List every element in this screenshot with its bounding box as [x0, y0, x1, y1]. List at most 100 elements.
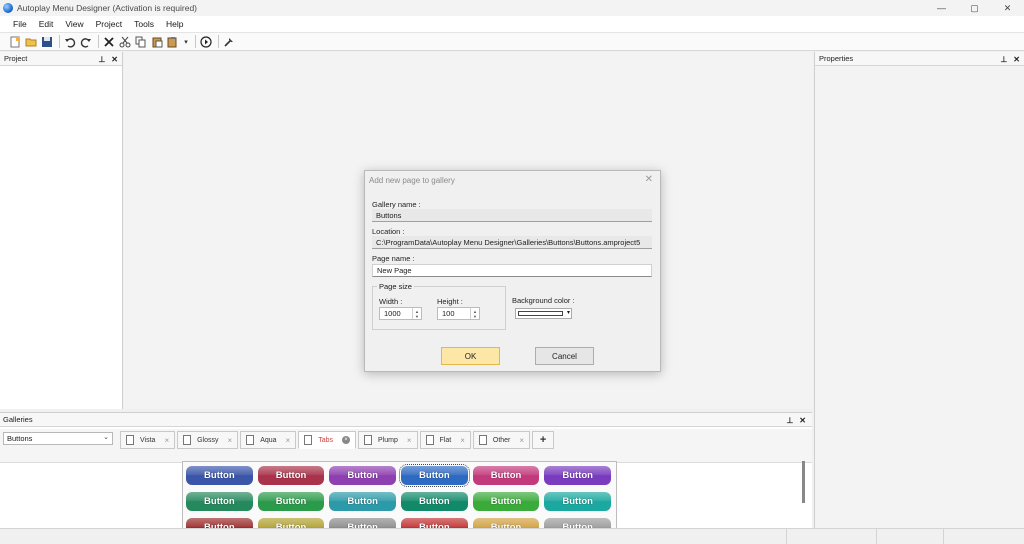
close-tab-icon[interactable]: ×	[460, 436, 465, 445]
build-tools-icon[interactable]	[222, 35, 236, 49]
spinner-arrows-icon[interactable]: ▲ ▼	[470, 308, 479, 319]
cancel-button[interactable]: Cancel	[535, 347, 594, 365]
undo-icon[interactable]	[63, 35, 77, 49]
tab-label: Aqua	[260, 436, 277, 444]
gallery-name-label: Gallery name :	[372, 200, 421, 209]
properties-panel-title: Properties	[819, 54, 854, 63]
tab-flat[interactable]: Flat ×	[419, 431, 471, 449]
menu-edit[interactable]: Edit	[33, 19, 60, 29]
gallery-button[interactable]: Button	[399, 463, 470, 487]
dialog-close-icon[interactable]: ✕	[645, 174, 653, 185]
toolbar-separator	[195, 35, 196, 48]
delete-icon[interactable]	[102, 35, 116, 49]
close-tab-icon[interactable]: ×	[164, 436, 169, 445]
pin-icon[interactable]: ⊥	[1000, 55, 1007, 64]
close-icon[interactable]: ✕	[799, 416, 806, 425]
page-icon	[425, 435, 434, 445]
pin-icon[interactable]: ⊥	[98, 55, 105, 64]
toolbar-separator	[59, 35, 60, 48]
redo-icon[interactable]	[79, 35, 93, 49]
gallery-button[interactable]: Button	[401, 491, 468, 511]
add-tab-button[interactable]: +	[532, 431, 555, 449]
title-bar: Autoplay Menu Designer (Activation is re…	[0, 0, 1024, 16]
tab-label: Glossy	[197, 436, 219, 444]
gallery-button[interactable]: Button	[472, 491, 540, 511]
ok-button[interactable]: OK	[441, 347, 500, 365]
gallery-select[interactable]: Buttons ⌄	[3, 432, 113, 445]
close-tab-icon[interactable]: ×	[228, 436, 233, 445]
close-icon[interactable]: ✕	[111, 55, 118, 64]
close-tab-icon[interactable]: ×	[407, 436, 412, 445]
cut-icon[interactable]	[118, 35, 132, 49]
toolbar: ▾	[0, 32, 1024, 51]
tab-aqua[interactable]: Aqua ×	[240, 431, 297, 449]
gallery-button[interactable]: Button	[186, 491, 253, 511]
new-project-icon[interactable]	[8, 35, 22, 49]
open-folder-icon[interactable]	[24, 35, 38, 49]
tab-tabs[interactable]: Tabs ×	[298, 431, 357, 449]
menu-help[interactable]: Help	[160, 19, 189, 29]
status-bar	[0, 528, 1024, 544]
gallery-scrollbar[interactable]	[802, 461, 805, 503]
save-icon[interactable]	[40, 35, 54, 49]
close-tab-icon[interactable]: ×	[519, 436, 524, 445]
gallery-row: Button Button Button Button Button Butto…	[183, 514, 616, 528]
close-tab-icon[interactable]: ×	[342, 436, 351, 444]
toolbar-separator	[218, 35, 219, 48]
chevron-down-icon: ▾	[566, 310, 570, 316]
page-icon	[364, 435, 373, 445]
page-size-group: Page size Width : 1000 ▲ ▼ Height : 100 ▲…	[372, 282, 506, 330]
menu-project[interactable]: Project	[90, 19, 128, 29]
galleries-panel-title: Galleries	[3, 415, 33, 424]
page-icon	[246, 435, 255, 445]
project-panel-header: Project ⊥ ✕	[0, 52, 122, 66]
add-page-dialog: Add new page to gallery ✕ Gallery name :…	[364, 170, 661, 372]
menu-view[interactable]: View	[59, 19, 89, 29]
gallery-button[interactable]: Button	[186, 465, 253, 485]
width-input[interactable]: 1000 ▲ ▼	[379, 307, 422, 320]
pin-icon[interactable]: ⊥	[786, 416, 793, 425]
page-size-label: Page size	[377, 282, 414, 291]
tab-glossy[interactable]: Glossy ×	[177, 431, 239, 449]
menu-file[interactable]: File	[7, 19, 33, 29]
gallery-button[interactable]: Button	[257, 465, 325, 485]
tab-vista[interactable]: Vista ×	[120, 431, 176, 449]
menu-tools[interactable]: Tools	[128, 19, 160, 29]
galleries-panel: Galleries ⊥ ✕ Buttons ⌄ Vista × Glossy × A…	[0, 412, 812, 529]
paste-special-icon[interactable]	[166, 35, 180, 49]
close-tab-icon[interactable]: ×	[286, 436, 291, 445]
gallery-button[interactable]: Button	[329, 465, 397, 485]
tab-other[interactable]: Other ×	[472, 431, 531, 449]
app-logo-icon	[3, 3, 13, 13]
copy-icon[interactable]	[134, 35, 148, 49]
project-panel-title: Project	[4, 54, 28, 63]
gallery-button[interactable]: Button	[544, 465, 612, 485]
tab-plump[interactable]: Plump ×	[358, 431, 418, 449]
preview-play-icon[interactable]	[199, 35, 213, 49]
dialog-title: Add new page to gallery	[369, 176, 455, 185]
page-name-input[interactable]: New Page	[372, 264, 652, 277]
close-button[interactable]: ✕	[991, 0, 1024, 16]
gallery-button[interactable]: Button	[257, 491, 325, 511]
background-color-picker[interactable]: ▾	[515, 308, 572, 319]
height-input[interactable]: 100 ▲ ▼	[437, 307, 480, 320]
gallery-button[interactable]: Button	[472, 465, 540, 485]
menu-bar: File Edit View Project Tools Help	[0, 16, 1024, 32]
properties-panel: Properties ⊥ ✕	[814, 52, 1024, 528]
toolbar-separator	[98, 35, 99, 48]
dropdown-arrow-icon[interactable]: ▾	[182, 35, 190, 49]
width-label: Width :	[379, 297, 403, 306]
close-icon[interactable]: ✕	[1013, 55, 1020, 64]
gallery-toolbar: Buttons ⌄ Vista × Glossy × Aqua × Tabs × Plu…	[0, 429, 812, 463]
minimize-button[interactable]: —	[925, 0, 958, 16]
paste-icon[interactable]	[150, 35, 164, 49]
height-label: Height :	[437, 297, 463, 306]
spinner-arrows-icon[interactable]: ▲ ▼	[412, 308, 421, 319]
location-field: C:\ProgramData\Autoplay Menu Designer\Ga…	[372, 236, 652, 249]
status-cell	[876, 529, 943, 544]
page-icon	[126, 435, 134, 445]
gallery-button[interactable]: Button	[329, 491, 397, 511]
background-color-label: Background color :	[512, 296, 575, 305]
maximize-button[interactable]: ▢	[958, 0, 991, 16]
gallery-button[interactable]: Button	[544, 491, 612, 511]
